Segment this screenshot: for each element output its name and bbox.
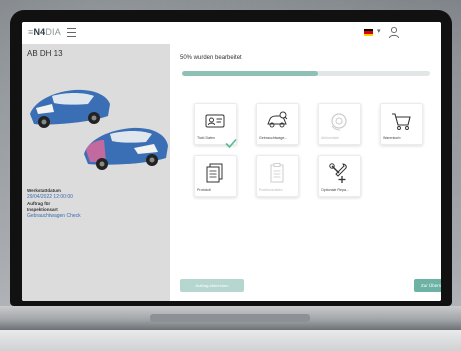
tile-action-list[interactable]: Aktionsliste	[318, 103, 361, 145]
user-icon[interactable]	[388, 26, 400, 39]
checkmark-icon	[225, 138, 237, 148]
tile-label: Gebrauchtwage...	[259, 136, 288, 140]
shopping-cart-icon	[392, 113, 411, 130]
tile-label: Protokoll	[197, 188, 211, 192]
top-bar: ≡N4DIA ▾	[22, 22, 441, 45]
progress-fill	[182, 71, 319, 76]
tile-position-data[interactable]: Positionsdaten	[256, 155, 299, 197]
logo-bold: N4	[33, 27, 46, 37]
car-front-view	[30, 89, 110, 128]
tile-used-car-check[interactable]: Gebrauchtwage...	[256, 103, 299, 145]
vehicle-sidebar: AB DH 13 Werkstattdatum 29/04/2022 12:00…	[22, 44, 170, 301]
license-plate: AB DH 13	[27, 49, 63, 58]
tools-plus-icon	[329, 163, 347, 183]
progress-bar	[182, 71, 430, 76]
car-inspection-icon	[267, 111, 288, 128]
document-stack-icon	[206, 163, 223, 183]
cancel-order-button[interactable]: Auftrag abbrechen	[180, 279, 244, 292]
laptop-hinge	[150, 314, 310, 322]
app-screen: ≡N4DIA ▾ AB DH 13 Werkstattdatum 29/04/2…	[22, 22, 441, 301]
german-flag-icon[interactable]	[364, 29, 373, 36]
field-value-link[interactable]: Gebrauchtwagen Check	[27, 213, 167, 220]
vehicle-metadata: Werkstattdatum 29/04/2022 12:00:00 Auftr…	[27, 188, 167, 220]
progress-label: 50% wurden bearbeitet	[180, 55, 242, 61]
tile-label: Optionale Repa...	[321, 188, 349, 192]
tile-label: Aktionsliste	[321, 136, 340, 140]
logo-rest: DIA	[45, 27, 61, 37]
clipboard-icon	[270, 163, 284, 183]
id-card-icon	[205, 114, 225, 128]
tile-label: Positionsdaten	[259, 188, 283, 192]
car-rear-view	[84, 127, 168, 170]
overview-button[interactable]: Zur Übersicht	[414, 279, 441, 292]
language-caret-icon[interactable]: ▾	[377, 27, 381, 35]
tile-shopping-cart[interactable]: Warenkorb	[380, 103, 423, 145]
app-logo[interactable]: ≡N4DIA	[28, 27, 61, 37]
tile-label: Warenkorb	[383, 136, 401, 140]
tile-optional-repairs[interactable]: Optionale Repa...	[318, 155, 361, 197]
menu-icon[interactable]	[67, 28, 76, 37]
vehicle-damage-diagram[interactable]	[22, 74, 170, 174]
desk-surface	[0, 330, 461, 351]
wheel-icon	[331, 113, 347, 131]
field-value: 29/04/2022 12:00:00	[27, 194, 73, 200]
main-panel: 50% wurden bearbeitet Tickt Daten Gebrau…	[170, 44, 441, 301]
tile-protocol[interactable]: Protokoll	[194, 155, 237, 197]
